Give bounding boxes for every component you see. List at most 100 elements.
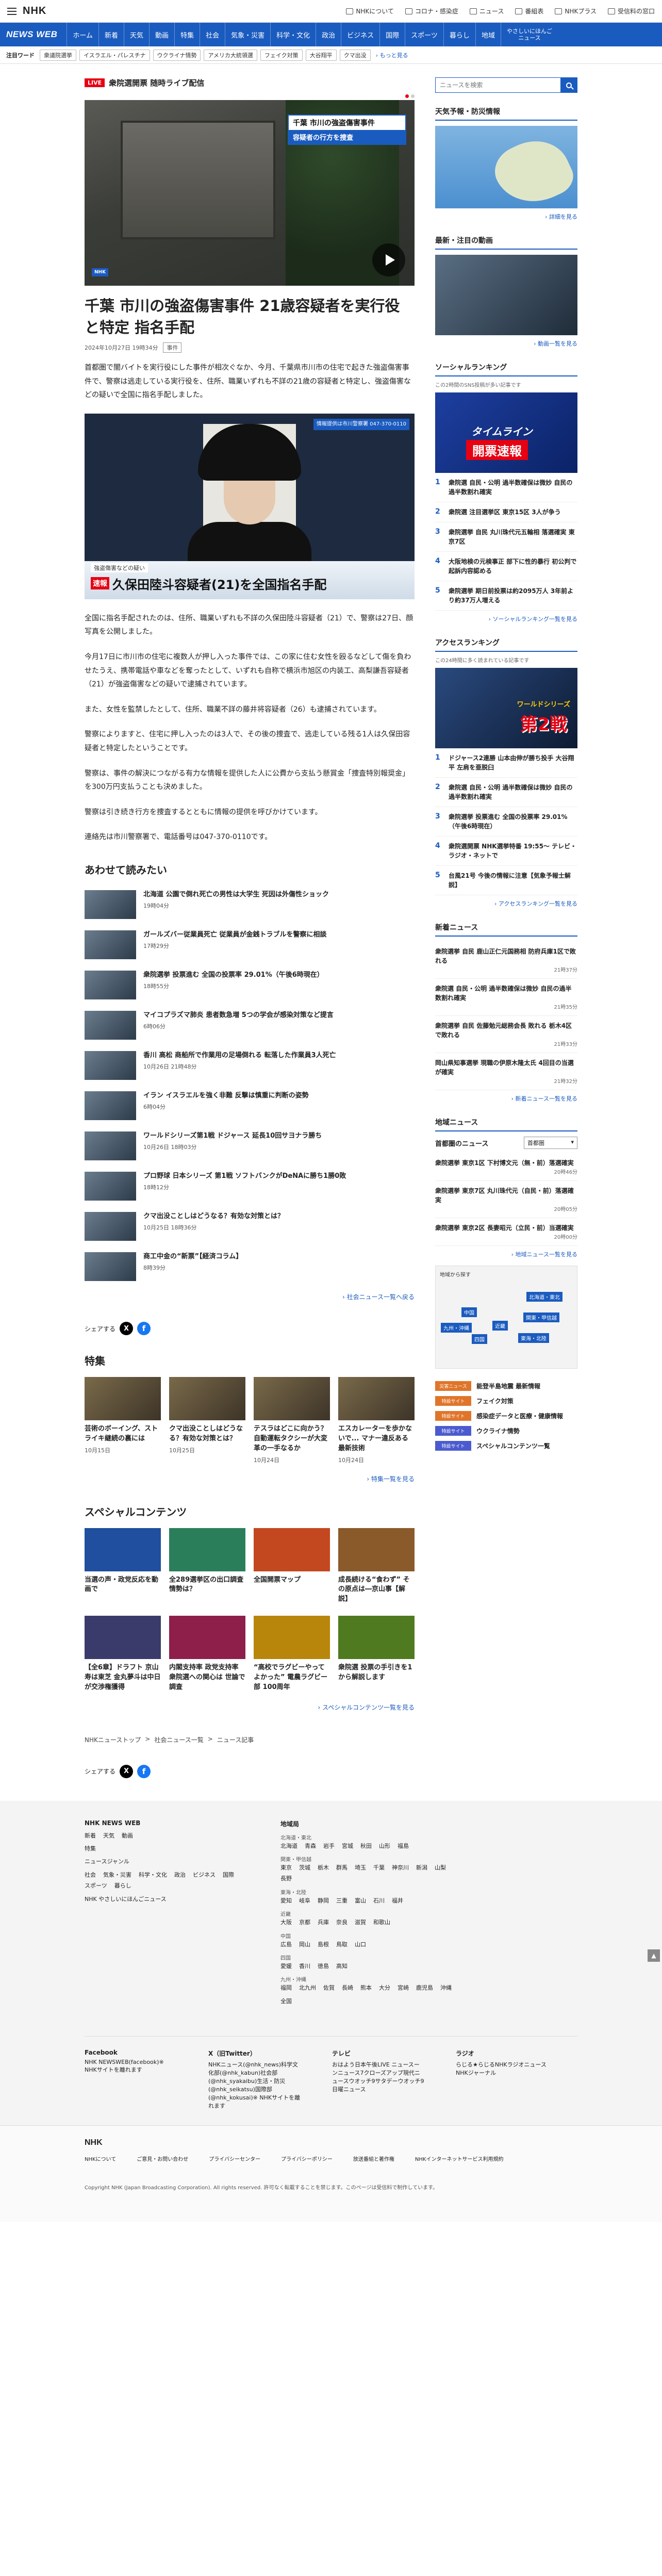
article-tag[interactable]: 事件 [163, 342, 182, 353]
special-link[interactable]: 特設サイト フェイク対策 [435, 1396, 577, 1406]
ranking-item[interactable]: 2 衆院選 自民・公明 過半数確保は微妙 自民の過半数割れ確実 [435, 778, 577, 807]
world-series-banner[interactable]: ワールドシリーズ 第2戦 [435, 668, 577, 748]
footer-link[interactable]: 富山 [355, 1897, 366, 1905]
special-card[interactable]: 衆院選 投票の手引きを1から解説します [338, 1616, 415, 1693]
nav-item-6[interactable]: 気象・災害 [225, 23, 270, 46]
topic-chip[interactable]: クマ出没 [339, 49, 371, 61]
header-link-news[interactable]: ニュース [469, 7, 504, 15]
facebook-icon[interactable]: f [137, 1764, 151, 1778]
footer-link[interactable]: 愛媛 [280, 1962, 292, 1970]
feature-card[interactable]: テスラはどこに向かう？自動運転タクシーが大変革の一手なるか 10月24日 [254, 1377, 330, 1464]
news-item[interactable]: 衆院選挙 東京7区 丸川珠代元（自民・前）落選確実 20時05分 [435, 1181, 577, 1218]
footer-link[interactable]: 青森 [305, 1842, 316, 1850]
footer-link[interactable]: 大阪 [280, 1918, 292, 1926]
footer-link[interactable]: 島根 [318, 1941, 329, 1948]
special-link[interactable]: 災害ニュース 能登半島地震 最新情報 [435, 1381, 577, 1391]
topic-more-link[interactable]: › もっと見る [376, 51, 408, 59]
footer-link[interactable]: 秋田 [360, 1842, 372, 1850]
footer-link[interactable]: 佐賀 [323, 1984, 335, 1992]
bottom-nhk-logo[interactable]: NHK [85, 2138, 577, 2147]
bottom-link[interactable]: ご意見・お問い合わせ [137, 2155, 188, 2162]
topic-chip[interactable]: アメリカ大統領選 [204, 49, 257, 61]
nav-item-10[interactable]: 国際 [379, 23, 405, 46]
footer-link[interactable]: 徳島 [318, 1962, 329, 1970]
nav-item-5[interactable]: 社会 [200, 23, 225, 46]
nav-item-0[interactable]: ホーム [67, 23, 98, 46]
ranking-item[interactable]: 1 衆院選 自民・公明 過半数確保は微妙 自民の過半数割れ確実 [435, 473, 577, 502]
footer-link[interactable]: NHKニュース(@nhk_news) [208, 2061, 281, 2068]
ranking-item[interactable]: 5 台風21号 今後の情報に注意【気象予報士解説】 [435, 866, 577, 895]
footer-link[interactable]: 和歌山 [373, 1918, 390, 1926]
footer-link[interactable]: 千葉 [373, 1864, 385, 1872]
ranking-item[interactable]: 4 衆院選開票 NHK選挙特番 19:55〜 テレビ・ラジオ・ネットで [435, 836, 577, 866]
timeline-banner[interactable]: タイムライン 開票速報 [435, 392, 577, 473]
search-button[interactable] [560, 78, 577, 92]
related-item[interactable]: マイコプラズマ肺炎 患者数急増 5つの学会が感染対策など提言 6時06分 [85, 1007, 415, 1047]
nav-item-4[interactable]: 特集 [174, 23, 200, 46]
footer-link[interactable]: 長崎 [342, 1984, 353, 1992]
footer-link[interactable]: 宮崎 [398, 1984, 409, 1992]
footer-link[interactable]: 埼玉 [355, 1864, 366, 1872]
footer-link[interactable]: 科学・文化 [139, 1871, 167, 1879]
header-link-fee[interactable]: 受信料の窓口 [607, 7, 655, 15]
special-card[interactable]: 成長続ける“食わず” その原点は―京山事【解説】 [338, 1528, 415, 1605]
special-link[interactable]: 特設サイト スペシャルコンテンツ一覧 [435, 1441, 577, 1451]
menu-icon[interactable] [7, 7, 16, 15]
header-link-program[interactable]: 番組表 [515, 7, 543, 15]
breadcrumb-item[interactable]: NHKニューストップ [85, 1735, 141, 1744]
news-item[interactable]: 衆院選 自民・公明 過半数確保は微妙 自民の過半数割れ確実 21時35分 [435, 979, 577, 1016]
related-item[interactable]: ワールドシリーズ第1戦 ドジャース 延長10回サヨナラ勝ち 10月26日 18時0… [85, 1127, 415, 1168]
related-item[interactable]: 商工中金の“新票”【経済コラム】 8時39分 [85, 1248, 415, 1288]
region-chip-chugoku[interactable]: 中国 [461, 1307, 477, 1317]
footer-link[interactable]: 暮らし [114, 1882, 131, 1890]
nav-item-8[interactable]: 政治 [316, 23, 341, 46]
nav-item-9[interactable]: ビジネス [341, 23, 379, 46]
special-card[interactable]: “高校でラグビーやってよかった” 電農ラグビー部 100周年 [254, 1616, 330, 1693]
nav-item-1[interactable]: 新着 [98, 23, 124, 46]
footer-link[interactable]: 栃木 [318, 1864, 329, 1872]
video-more-link[interactable]: 動画一覧を見る [435, 339, 577, 348]
play-icon[interactable] [372, 243, 405, 276]
nav-item-7[interactable]: 科学・文化 [270, 23, 316, 46]
ranking-item[interactable]: 1 ドジャース2連勝 山本由伸が勝ち投手 大谷翔平 左肩を亜脱臼 [435, 748, 577, 778]
footer-link[interactable]: 日曜ニュース [332, 2086, 366, 2093]
footer-link[interactable]: スポーツ [85, 1882, 107, 1890]
footer-link[interactable]: 茨城 [299, 1864, 310, 1872]
nav-item-3[interactable]: 動画 [149, 23, 174, 46]
region-chip-tokai[interactable]: 東海・北陸 [518, 1333, 549, 1343]
news-item[interactable]: 衆院選挙 自民 佐藤勉元総務会長 敗れる 栃木4区で敗れる 21時33分 [435, 1016, 577, 1053]
feature-card[interactable]: 芸術のボーイング、ストライキ継続の裏には 10月15日 [85, 1377, 161, 1464]
footer-link[interactable]: 熊本 [360, 1984, 372, 1992]
footer-link[interactable]: おはよう日本 [332, 2061, 366, 2068]
footer-link[interactable]: サタデーウオッチ9 [375, 2078, 424, 2085]
footer-link[interactable]: 長野 [280, 1875, 292, 1882]
nav-item-2[interactable]: 天気 [124, 23, 149, 46]
footer-link[interactable]: ニュースジャンル [85, 1858, 129, 1865]
footer-link[interactable]: 宮城 [342, 1842, 353, 1850]
footer-link[interactable]: ビジネス [193, 1871, 216, 1879]
video-thumbnail[interactable] [435, 255, 577, 335]
footer-link[interactable]: 気象・災害 [103, 1871, 131, 1879]
footer-link[interactable]: 福岡 [280, 1984, 292, 1992]
news-web-logo[interactable]: NEWS WEB [6, 29, 57, 40]
ranking-item[interactable]: 2 衆院選 注目選挙区 東京15区 3人が争う [435, 502, 577, 522]
special-card[interactable]: 内閣支持率 政党支持率 衆院選への関心は 世論で調査 [169, 1616, 245, 1693]
related-item[interactable]: ガールズバー従業員死亡 従業員が金銭トラブルを警察に相談 17時29分 [85, 926, 415, 966]
header-link-plus[interactable]: NHKプラス [555, 7, 597, 15]
footer-link[interactable]: 北海道 [280, 1842, 297, 1850]
region-select[interactable]: 首都圏 ▾ [524, 1137, 577, 1149]
feature-card[interactable]: エスカレーターを歩かないで... マナー違反ある最新技術 10月24日 [338, 1377, 415, 1464]
footer-link[interactable]: 鳥取 [336, 1941, 347, 1948]
special-card[interactable]: 全289選挙区の出口調査 情勢は？ [169, 1528, 245, 1605]
region-chip-tohoku[interactable]: 北海道・東北 [526, 1292, 562, 1302]
footer-link[interactable]: クローズアップ現代 [363, 2070, 414, 2076]
footer-link[interactable]: 石川 [373, 1897, 385, 1905]
footer-link[interactable]: 岐阜 [299, 1897, 310, 1905]
news-item[interactable]: 衆院選挙 東京2区 長妻昭元（立民・前）当選確実 20時00分 [435, 1218, 577, 1246]
special-link[interactable]: 特設サイト 感染症データと医療・健康情報 [435, 1411, 577, 1421]
footer-link[interactable]: 滋賀 [355, 1918, 366, 1926]
footer-link[interactable]: 山口 [355, 1941, 366, 1948]
news-item[interactable]: 衆院選挙 東京1区 下村博文元（無・前）落選確実 20時46分 [435, 1153, 577, 1181]
ranking-item[interactable]: 3 衆院選挙 自民 丸川珠代元五輪相 落選確実 東京7区 [435, 522, 577, 552]
nav-item-11[interactable]: スポーツ [405, 23, 443, 46]
